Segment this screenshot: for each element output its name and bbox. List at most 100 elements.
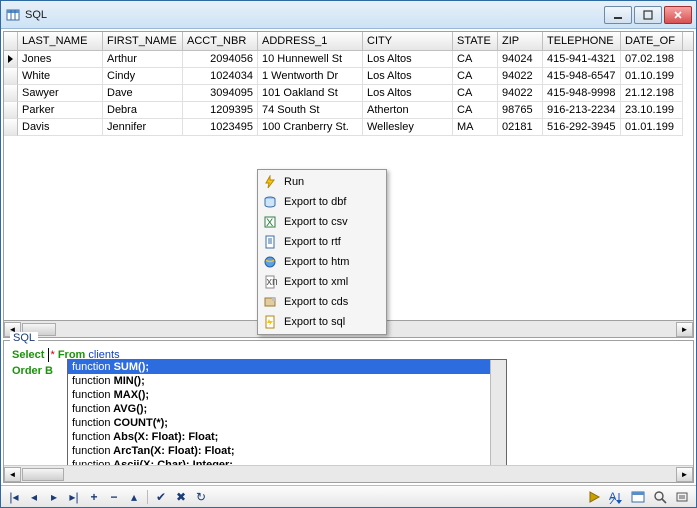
cell[interactable]: Jennifer xyxy=(103,119,183,136)
find-icon[interactable] xyxy=(650,488,670,506)
cell[interactable]: Cindy xyxy=(103,68,183,85)
cell[interactable]: Debra xyxy=(103,102,183,119)
cell[interactable]: 94024 xyxy=(498,51,543,68)
maximize-button[interactable] xyxy=(634,6,662,24)
table-edit-icon[interactable] xyxy=(628,488,648,506)
context-menu[interactable]: RunExport to dbfXExport to csvExport to … xyxy=(257,169,387,335)
cell[interactable]: Parker xyxy=(18,102,103,119)
cell[interactable]: CA xyxy=(453,102,498,119)
cell[interactable]: 516-292-3945 xyxy=(543,119,621,136)
sql-editor[interactable]: Select * From clients Order B function S… xyxy=(4,341,693,465)
menu-item[interactable]: Export to cds xyxy=(260,292,384,312)
options-icon[interactable] xyxy=(672,488,692,506)
table-row[interactable]: SawyerDave3094095101 Oakland StLos Altos… xyxy=(4,85,693,102)
col-date[interactable]: DATE_OF xyxy=(621,32,683,50)
insert-record-button[interactable]: + xyxy=(85,489,103,505)
close-button[interactable] xyxy=(664,6,692,24)
table-row[interactable]: WhiteCindy10240341 Wentworth DrLos Altos… xyxy=(4,68,693,85)
autocomplete-popup[interactable]: function SUM();function MIN();function M… xyxy=(67,359,507,465)
col-first-name[interactable]: FIRST_NAME xyxy=(103,32,183,50)
scroll-right-icon[interactable]: ► xyxy=(676,322,693,337)
cell[interactable]: 415-948-9998 xyxy=(543,85,621,102)
cell[interactable]: 74 South St xyxy=(258,102,363,119)
cell[interactable]: Atherton xyxy=(363,102,453,119)
scroll-left-icon[interactable]: ◄ xyxy=(4,467,21,482)
col-acct-nbr[interactable]: ACCT_NBR xyxy=(183,32,258,50)
cell[interactable]: 07.02.198 xyxy=(621,51,683,68)
sort-asc-icon[interactable]: AZ xyxy=(606,488,626,506)
cell[interactable]: Los Altos xyxy=(363,68,453,85)
col-city[interactable]: CITY xyxy=(363,32,453,50)
cell[interactable]: 100 Cranberry St. xyxy=(258,119,363,136)
cell[interactable]: 01.10.199 xyxy=(621,68,683,85)
cell[interactable]: CA xyxy=(453,85,498,102)
cell[interactable]: CA xyxy=(453,51,498,68)
cell[interactable]: 101 Oakland St xyxy=(258,85,363,102)
cell[interactable]: 94022 xyxy=(498,68,543,85)
suggest-item[interactable]: function MAX(); xyxy=(68,388,506,402)
cell[interactable]: Los Altos xyxy=(363,85,453,102)
cell[interactable]: 415-941-4321 xyxy=(543,51,621,68)
suggest-item[interactable]: function Ascii(X: Char): Integer; xyxy=(68,458,506,465)
menu-item[interactable]: Export to htm xyxy=(260,252,384,272)
cell[interactable]: 01.01.199 xyxy=(621,119,683,136)
table-row[interactable]: ParkerDebra120939574 South StAthertonCA9… xyxy=(4,102,693,119)
menu-item[interactable]: Export to rtf xyxy=(260,232,384,252)
cancel-button[interactable]: ✖ xyxy=(172,489,190,505)
editor-hscroll[interactable]: ◄ ► xyxy=(4,465,693,482)
cell[interactable]: MA xyxy=(453,119,498,136)
scroll-right-icon[interactable]: ► xyxy=(676,467,693,482)
minimize-button[interactable] xyxy=(604,6,632,24)
col-telephone[interactable]: TELEPHONE xyxy=(543,32,621,50)
cell[interactable]: Jones xyxy=(18,51,103,68)
cell[interactable]: Dave xyxy=(103,85,183,102)
cell[interactable]: 02181 xyxy=(498,119,543,136)
cell[interactable]: Los Altos xyxy=(363,51,453,68)
table-row[interactable]: JonesArthur209405610 Hunnewell StLos Alt… xyxy=(4,51,693,68)
cell[interactable]: CA xyxy=(453,68,498,85)
suggest-item[interactable]: function COUNT(*); xyxy=(68,416,506,430)
cell[interactable]: Wellesley xyxy=(363,119,453,136)
delete-record-button[interactable]: − xyxy=(105,489,123,505)
last-record-button[interactable]: ▸| xyxy=(65,489,83,505)
cell[interactable]: White xyxy=(18,68,103,85)
cell[interactable]: 2094056 xyxy=(183,51,258,68)
col-state[interactable]: STATE xyxy=(453,32,498,50)
post-button[interactable]: ✔ xyxy=(152,489,170,505)
menu-item[interactable]: Export to dbf xyxy=(260,192,384,212)
first-record-button[interactable]: |◂ xyxy=(5,489,23,505)
run-icon[interactable] xyxy=(584,488,604,506)
suggest-item[interactable]: function SUM(); xyxy=(68,360,506,374)
table-row[interactable]: DavisJennifer1023495100 Cranberry St.Wel… xyxy=(4,119,693,136)
cell[interactable]: 23.10.199 xyxy=(621,102,683,119)
cell[interactable]: Sawyer xyxy=(18,85,103,102)
menu-item[interactable]: Run xyxy=(260,172,384,192)
cell[interactable]: Arthur xyxy=(103,51,183,68)
scroll-thumb[interactable] xyxy=(22,468,64,481)
col-address[interactable]: ADDRESS_1 xyxy=(258,32,363,50)
col-last-name[interactable]: LAST_NAME xyxy=(18,32,103,50)
col-zip[interactable]: ZIP xyxy=(498,32,543,50)
cell[interactable]: 21.12.198 xyxy=(621,85,683,102)
suggest-item[interactable]: function ArcTan(X: Float): Float; xyxy=(68,444,506,458)
titlebar[interactable]: SQL xyxy=(1,1,696,29)
suggest-scrollbar[interactable] xyxy=(490,360,506,465)
menu-item[interactable]: Export to sql xyxy=(260,312,384,332)
edit-record-button[interactable]: ▴ xyxy=(125,489,143,505)
cell[interactable]: 94022 xyxy=(498,85,543,102)
suggest-item[interactable]: function AVG(); xyxy=(68,402,506,416)
cell[interactable]: 415-948-6547 xyxy=(543,68,621,85)
cell[interactable]: 1023495 xyxy=(183,119,258,136)
suggest-item[interactable]: function Abs(X: Float): Float; xyxy=(68,430,506,444)
cell[interactable]: 1024034 xyxy=(183,68,258,85)
prev-record-button[interactable]: ◂ xyxy=(25,489,43,505)
menu-item[interactable]: XExport to csv xyxy=(260,212,384,232)
cell[interactable]: 10 Hunnewell St xyxy=(258,51,363,68)
menu-item[interactable]: xmlExport to xml xyxy=(260,272,384,292)
cell[interactable]: 3094095 xyxy=(183,85,258,102)
cell[interactable]: 98765 xyxy=(498,102,543,119)
cell[interactable]: 916-213-2234 xyxy=(543,102,621,119)
suggest-item[interactable]: function MIN(); xyxy=(68,374,506,388)
refresh-button[interactable]: ↻ xyxy=(192,489,210,505)
cell[interactable]: 1209395 xyxy=(183,102,258,119)
